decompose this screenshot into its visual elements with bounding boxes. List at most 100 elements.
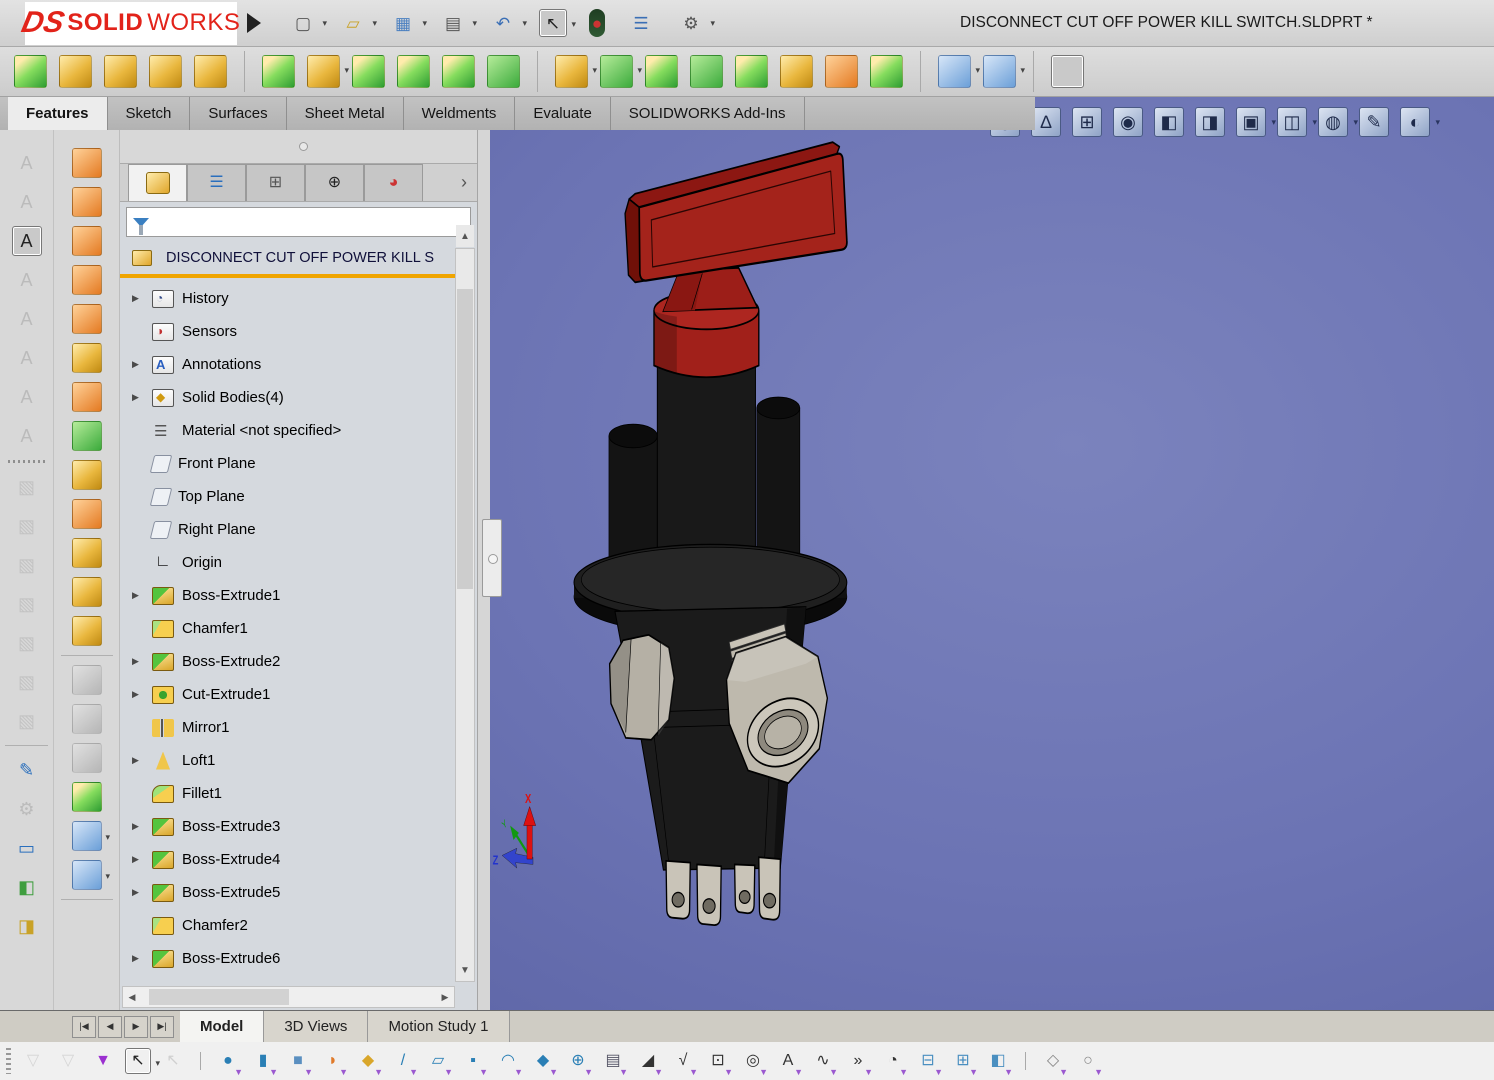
shell-button[interactable] <box>735 55 768 88</box>
expand-arrow-icon[interactable]: ▶ <box>132 887 148 898</box>
tree-item-loft1[interactable]: ▶ Loft1 <box>120 744 456 777</box>
filter-mate-references-button[interactable]: ◇ ▼ <box>1040 1048 1068 1077</box>
scrollbar-thumb[interactable] <box>457 289 473 589</box>
tree-item-top-plane[interactable]: Top Plane <box>120 480 456 513</box>
view-orientation-button[interactable]: ◫ ▾ <box>1277 107 1317 137</box>
graphics-viewport[interactable]: X Z Y ◎∆⊞◉◧◨▣▾◫▾◍▾✎◐▾ <box>482 97 1494 1010</box>
tree-item-sensors[interactable]: Sensors <box>120 315 456 348</box>
apply-scene-button-dropdown[interactable]: ▾ <box>1435 118 1440 127</box>
radiate-surface-button[interactable] <box>72 499 102 529</box>
tree-item-boss-extrude1[interactable]: ▶ Boss-Extrude1 <box>120 579 456 612</box>
linear-pattern-button[interactable]: ▾ <box>600 55 642 88</box>
filter-geometric-tolerances-button[interactable]: ⊡ ▼ <box>705 1048 733 1077</box>
tree-item-annotations[interactable]: ▶ Annotations <box>120 348 456 381</box>
tab-solidworks-add-ins[interactable]: SOLIDWORKS Add-Ins <box>611 97 805 130</box>
tree-item-boss-extrude3[interactable]: ▶ Boss-Extrude3 <box>120 810 456 843</box>
expand-arrow-icon[interactable]: ▶ <box>132 854 148 865</box>
filter-sketch-blocks-button[interactable]: ○ ▼ <box>1075 1048 1103 1077</box>
reference-geometry-button[interactable]: ▾ <box>938 55 980 88</box>
planar-surface-button[interactable] <box>72 382 102 412</box>
tree-item-boss-extrude2[interactable]: ▶ Boss-Extrude2 <box>120 645 456 678</box>
tab-nav-last-button[interactable]: ▶| <box>150 1015 174 1038</box>
tree-item-cut-extrude1[interactable]: ▶ Cut-Extrude1 <box>120 678 456 711</box>
knit-surface-button[interactable] <box>72 616 102 646</box>
fillet-button-dropdown[interactable]: ▾ <box>592 66 597 75</box>
revolved-boss-base-button[interactable] <box>59 55 92 88</box>
tab-nav-next-button[interactable]: ▶ <box>124 1015 148 1038</box>
tab-evaluate[interactable]: Evaluate <box>515 97 611 130</box>
save-button-dropdown[interactable]: ▾ <box>422 19 427 28</box>
tree-item-origin[interactable]: Origin <box>120 546 456 579</box>
tab-surfaces[interactable]: Surfaces <box>190 97 287 130</box>
layer-stack-button-2[interactable]: ◨ <box>12 911 42 941</box>
revolved-cut-button[interactable] <box>352 55 385 88</box>
traffic-light-icon[interactable]: ● <box>589 9 605 37</box>
delete-face-button[interactable] <box>72 538 102 568</box>
swept-surface-button[interactable] <box>72 226 102 256</box>
tab-weldments[interactable]: Weldments <box>404 97 516 130</box>
scrollbar-thumb-h[interactable] <box>149 989 289 1005</box>
hide-show-items-button[interactable]: ◍ ▾ <box>1318 107 1358 137</box>
dynamic-annotation-views-button-dropdown[interactable]: ▾ <box>1271 118 1276 127</box>
filter-planes-button[interactable]: ▱ ▼ <box>425 1048 453 1077</box>
swept-boss-base-button[interactable] <box>104 55 137 88</box>
tree-item-material-not-specified[interactable]: Material <not specified> <box>120 414 456 447</box>
scroll-right-icon[interactable]: ▶ <box>436 987 454 1007</box>
expand-arrow-icon[interactable]: ▶ <box>132 392 148 403</box>
tree-horizontal-scrollbar[interactable]: ◀ ▶ <box>122 986 455 1008</box>
tree-item-right-plane[interactable]: Right Plane <box>120 513 456 546</box>
magnified-selection-button[interactable]: ◉ <box>1113 107 1143 137</box>
configurationmanager-tab[interactable]: ⊞ <box>246 164 305 201</box>
curves-side-button-dropdown[interactable]: ▾ <box>105 872 110 881</box>
filter-solid-bodies-button[interactable]: ◆ ▼ <box>355 1048 383 1077</box>
open-document-button-dropdown[interactable]: ▾ <box>372 19 377 28</box>
filter-faces-button[interactable]: ■ ▼ <box>285 1048 313 1077</box>
filter-center-marks-button[interactable]: ⊕ ▼ <box>565 1048 593 1077</box>
measure-button[interactable]: ∆ <box>1031 107 1061 137</box>
filter-notes-button[interactable]: ◎ ▼ <box>740 1048 768 1077</box>
panel-splitter-handle[interactable] <box>482 519 502 597</box>
expand-arrow-icon[interactable]: ▶ <box>132 821 148 832</box>
select-arrow-button-dropdown[interactable]: ▾ <box>571 20 576 29</box>
linear-pattern-button-dropdown[interactable]: ▾ <box>637 66 642 75</box>
tab-sketch[interactable]: Sketch <box>108 97 191 130</box>
expand-arrow-icon[interactable]: ▶ <box>132 656 148 667</box>
view-settings-button[interactable]: ☰ <box>627 9 655 37</box>
wrap-button[interactable] <box>780 55 813 88</box>
offset-surface-button[interactable] <box>72 421 102 451</box>
tree-filter-input[interactable] <box>126 207 471 237</box>
select-arrow-button[interactable]: ↖ ▾ <box>539 9 576 37</box>
filter-weld-symbols-button[interactable]: ∿ ▼ <box>810 1048 838 1077</box>
displaymanager-tab[interactable]: ◕ <box>364 164 423 201</box>
edit-appearance-button[interactable]: ✎ <box>1359 107 1389 137</box>
tree-item-fillet1[interactable]: Fillet1 <box>120 777 456 810</box>
replace-face-button[interactable] <box>72 577 102 607</box>
extruded-cut-button[interactable] <box>262 55 295 88</box>
filter-blocks-button[interactable]: ◔ ▼ <box>880 1048 908 1077</box>
previous-view-button[interactable]: ◧ <box>1154 107 1184 137</box>
draft-button[interactable] <box>645 55 678 88</box>
doc-tab-motion-study-1[interactable]: Motion Study 1 <box>368 1011 510 1042</box>
expand-arrow-icon[interactable]: ▶ <box>132 359 148 370</box>
filter-routing-points-button[interactable]: ⊞ ▼ <box>950 1048 978 1077</box>
curves-side-button[interactable]: ▾ <box>72 860 110 890</box>
propertymanager-tab[interactable]: ☰ <box>187 164 246 201</box>
print-button[interactable]: ▤ ▾ <box>439 9 477 37</box>
expand-arrow-icon[interactable]: ▶ <box>132 590 148 601</box>
panel-collapse-handle-icon[interactable] <box>298 142 308 151</box>
viewport-layout-button[interactable]: ▭ <box>12 833 42 863</box>
expand-arrow-icon[interactable]: ▶ <box>132 953 148 964</box>
tree-item-mirror1[interactable]: Mirror1 <box>120 711 456 744</box>
tree-item-boss-extrude4[interactable]: ▶ Boss-Extrude4 <box>120 843 456 876</box>
filter-sketch-segments-button[interactable]: ◠ ▼ <box>495 1048 523 1077</box>
lofted-surface-button[interactable] <box>72 265 102 295</box>
doc-tab-model[interactable]: Model <box>180 1011 265 1042</box>
filter-annotations-button[interactable]: A ▼ <box>775 1048 803 1077</box>
reference-geometry-side-button[interactable]: ▾ <box>72 821 110 851</box>
tree-item-history[interactable]: ▶ History <box>120 282 456 315</box>
toolbar-grip-icon[interactable] <box>6 1048 11 1074</box>
filled-surface-button[interactable] <box>72 343 102 373</box>
expand-arrow-icon[interactable]: ▶ <box>132 755 148 766</box>
filter-smart-components-button[interactable]: ◧ ▼ <box>985 1048 1013 1077</box>
toggle-selection-filters-button[interactable]: ▼ <box>90 1048 116 1074</box>
